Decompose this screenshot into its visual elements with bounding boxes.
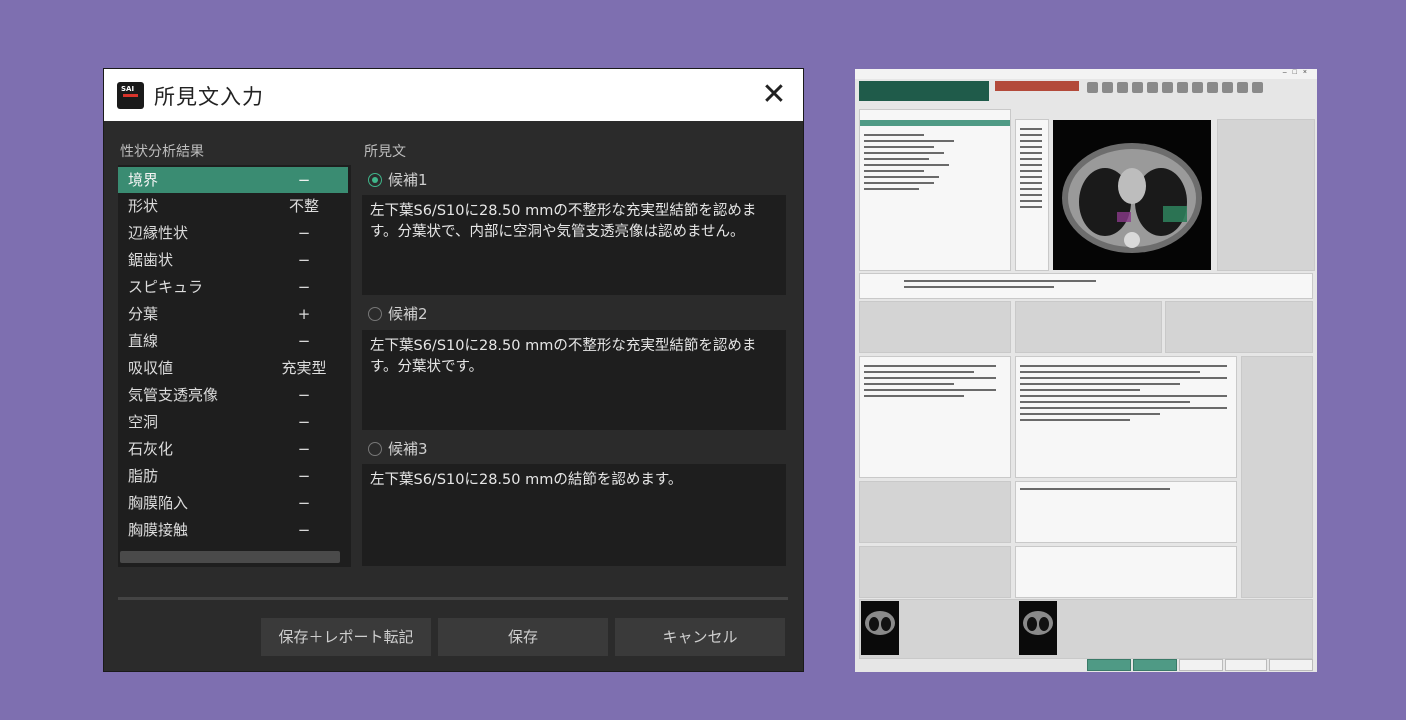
comment-panel: [859, 481, 1011, 543]
workstation-footer-button[interactable]: [1133, 659, 1177, 671]
candidate-1-label: 候補1: [388, 171, 428, 189]
viewer-toolbar[interactable]: [1087, 80, 1287, 94]
analysis-row[interactable]: 胸膜陥入 −: [118, 490, 348, 516]
finding-input-dialog: SAI 所見文入力 ✕ 性状分析結果 所見文 境界 − 形状 不整 辺縁性状 − 鋸歯…: [104, 69, 803, 671]
candidate-1-text[interactable]: 左下葉S6/S10に28.50 mmの不整形な充実型結節を認めます。分葉状で、内…: [362, 195, 786, 295]
analysis-row[interactable]: 分葉 +: [118, 301, 348, 327]
save-button[interactable]: 保存: [438, 618, 608, 656]
save-and-report-button[interactable]: 保存＋レポート転記: [261, 618, 431, 656]
candidate-3-text[interactable]: 左下葉S6/S10に28.50 mmの結節を認めます。: [362, 464, 786, 566]
analysis-row[interactable]: 石灰化 −: [118, 436, 348, 462]
thumbnail-strip: [859, 599, 1313, 659]
analysis-row[interactable]: 吸収値 充実型: [118, 355, 348, 381]
series-list-panel[interactable]: [859, 109, 1011, 271]
dialog-titlebar: SAI 所見文入力 ✕: [104, 69, 803, 121]
ct-image-viewer[interactable]: [1053, 120, 1211, 270]
measurement-panel-3: [1165, 301, 1313, 353]
analysis-horizontal-scrollbar[interactable]: [120, 551, 340, 563]
workstation-window-thumbnail: –□×: [855, 69, 1317, 672]
findings-summary-row: [859, 273, 1313, 299]
analysis-row[interactable]: 空洞 −: [118, 409, 348, 435]
analysis-result-list: 境界 − 形状 不整 辺縁性状 − 鋸歯状 − スピキュラ − 分葉 + 直線 − 吸収値 充実…: [118, 165, 351, 567]
analysis-row[interactable]: 直線 −: [118, 328, 348, 354]
right-side-panel: [1217, 119, 1315, 271]
window-titlebar: –□×: [855, 69, 1317, 79]
series-thumbnail[interactable]: [1019, 601, 1057, 655]
cancel-button[interactable]: キャンセル: [615, 618, 785, 656]
workstation-footer-button[interactable]: [1087, 659, 1131, 671]
candidate-3-label: 候補3: [388, 440, 428, 458]
measurement-panel-2: [1015, 301, 1162, 353]
template-list-panel[interactable]: [1241, 356, 1313, 598]
analysis-row[interactable]: 形状 不整: [118, 193, 348, 219]
dialog-title: 所見文入力: [154, 85, 264, 109]
finding-section-label: 所見文: [364, 144, 406, 160]
alert-bar: [995, 81, 1079, 91]
candidate-2-radio[interactable]: [368, 307, 382, 321]
analysis-row[interactable]: 境界 −: [118, 167, 348, 193]
candidate-3-radio[interactable]: [368, 442, 382, 456]
analysis-section-label: 性状分析結果: [120, 144, 204, 160]
patient-info-bar: [859, 81, 989, 101]
analysis-row[interactable]: 鋸歯状 −: [118, 247, 348, 273]
workstation-footer-button[interactable]: [1225, 659, 1267, 671]
candidate-2-text[interactable]: 左下葉S6/S10に28.50 mmの不整形な充実型結節を認めます。分葉状です。: [362, 330, 786, 430]
analysis-row[interactable]: 気管支透亮像 −: [118, 382, 348, 408]
series-thumbnail[interactable]: [861, 601, 899, 655]
diagnosis-editor[interactable]: [1015, 481, 1237, 543]
notes-panel: [859, 546, 1011, 598]
analysis-row[interactable]: 胸膜接触 −: [118, 517, 348, 543]
candidate-2-label: 候補2: [388, 305, 428, 323]
report-editor[interactable]: [1015, 356, 1237, 478]
workstation-footer-button[interactable]: [1179, 659, 1223, 671]
analysis-row[interactable]: 脂肪 −: [118, 463, 348, 489]
report-history-panel: [859, 356, 1011, 478]
tool-palette[interactable]: [1015, 119, 1049, 271]
analysis-row[interactable]: スピキュラ −: [118, 274, 348, 300]
workstation-footer-button[interactable]: [1269, 659, 1313, 671]
recommendation-editor[interactable]: [1015, 546, 1237, 598]
measurement-panel-1: [859, 301, 1011, 353]
candidate-1-radio[interactable]: [368, 173, 382, 187]
close-icon[interactable]: ✕: [758, 79, 790, 111]
footer-divider: [118, 597, 788, 600]
app-logo-icon: SAI: [117, 82, 144, 109]
analysis-row[interactable]: 辺縁性状 −: [118, 220, 348, 246]
window-controls-icon[interactable]: –□×: [1283, 69, 1313, 76]
